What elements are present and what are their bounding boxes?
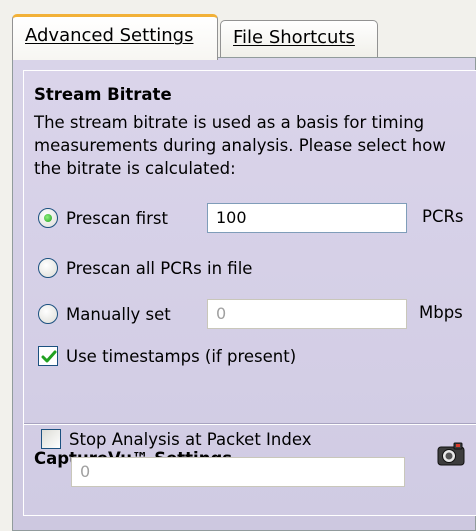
manual-unit-label: Mbps (419, 303, 463, 322)
tab-strip: Advanced Settings File Shortcuts (12, 14, 472, 60)
camera-icon[interactable] (437, 441, 465, 467)
tab-panel: Stream Bitrate The stream bitrate is use… (12, 57, 476, 531)
prescan-all-option[interactable]: Prescan all PCRs in file (38, 254, 252, 282)
manual-bitrate-input[interactable]: 0 (207, 299, 407, 329)
tab-file-shortcuts-label: File Shortcuts (233, 27, 355, 48)
prescan-all-radio[interactable] (38, 258, 58, 278)
manual-label: Manually set (66, 304, 171, 324)
checkmark-icon (41, 350, 57, 363)
stream-bitrate-description: The stream bitrate is used as a basis fo… (34, 113, 446, 178)
tab-advanced-settings[interactable]: Advanced Settings (12, 14, 218, 60)
use-timestamps-option[interactable]: Use timestamps (if present) (38, 342, 296, 370)
settings-window: Advanced Settings File Shortcuts Stream … (0, 0, 476, 531)
tab-file-shortcuts[interactable]: File Shortcuts (220, 20, 378, 58)
stream-bitrate-title: Stream Bitrate (34, 85, 172, 104)
stop-analysis-option[interactable]: Stop Analysis at Packet Index (41, 425, 311, 453)
prescan-unit-label: PCRs (422, 207, 464, 226)
prescan-first-radio[interactable] (38, 208, 58, 228)
manual-radio[interactable] (38, 304, 58, 324)
stop-analysis-checkbox[interactable] (41, 429, 61, 449)
prescan-first-label: Prescan first (66, 208, 168, 228)
stop-analysis-label: Stop Analysis at Packet Index (69, 429, 312, 449)
use-timestamps-label: Use timestamps (if present) (66, 346, 297, 366)
use-timestamps-checkbox[interactable] (38, 346, 58, 366)
prescan-all-label: Prescan all PCRs in file (66, 258, 253, 278)
prescan-first-option[interactable]: Prescan first (38, 204, 168, 232)
prescan-count-input[interactable]: 100 (207, 203, 407, 233)
packet-index-input[interactable]: 0 (71, 457, 405, 487)
tab-advanced-settings-label: Advanced Settings (25, 25, 194, 46)
manual-option[interactable]: Manually set (38, 300, 171, 328)
